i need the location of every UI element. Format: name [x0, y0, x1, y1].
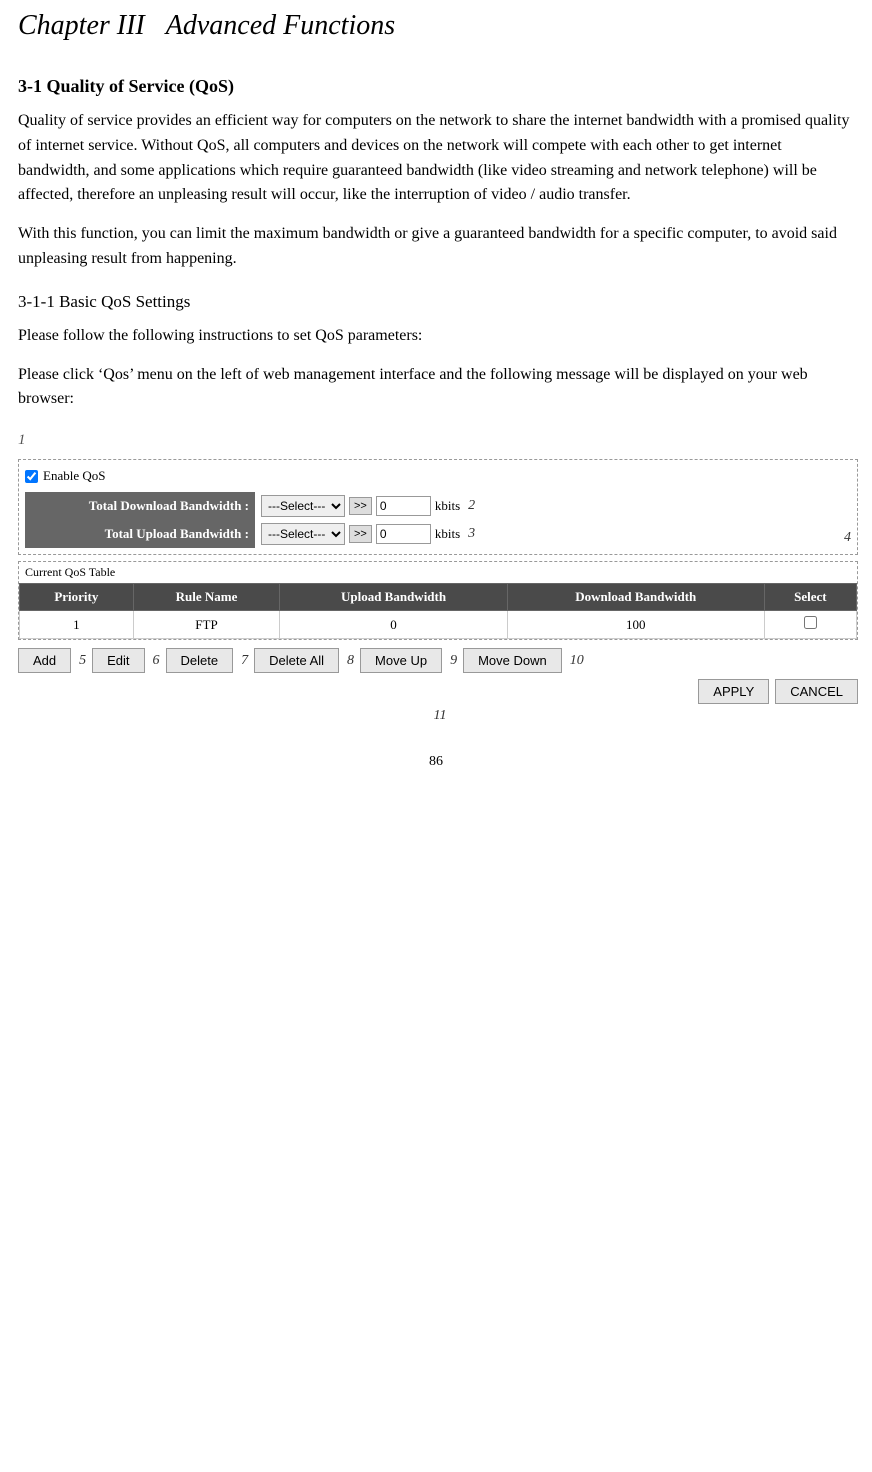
callout-8: 8 — [347, 653, 354, 669]
col-priority: Priority — [20, 584, 134, 611]
callout-6: 6 — [153, 653, 160, 669]
download-select[interactable]: ---Select--- — [261, 495, 345, 517]
add-button[interactable]: Add — [18, 648, 71, 673]
enable-qos-label: Enable QoS — [43, 468, 105, 484]
callout-4: 4 — [844, 530, 851, 546]
current-qos-title: Current QoS Table — [19, 562, 857, 583]
sub-heading-basic-qos: 3-1-1 Basic QoS Settings — [18, 292, 854, 312]
cell-select[interactable] — [764, 611, 856, 639]
paragraph-instructions: Please follow the following instructions… — [18, 324, 854, 349]
page-title: Chapter III Advanced Functions — [18, 10, 854, 46]
download-arrow-btn[interactable]: >> — [349, 497, 372, 515]
edit-button[interactable]: Edit — [92, 648, 144, 673]
col-upload-bw: Upload Bandwidth — [280, 584, 507, 611]
move-up-button[interactable]: Move Up — [360, 648, 442, 673]
qos-table: Priority Rule Name Upload Bandwidth Down… — [19, 583, 857, 639]
apply-button[interactable]: APPLY — [698, 679, 769, 704]
cancel-button[interactable]: CANCEL — [775, 679, 858, 704]
upload-label: Total Upload Bandwidth : — [25, 520, 255, 548]
delete-button[interactable]: Delete — [166, 648, 234, 673]
upload-value-input[interactable] — [376, 524, 431, 544]
row-select-checkbox[interactable] — [804, 616, 817, 629]
callout-1: 1 — [18, 432, 26, 449]
action-buttons-row: Add 5 Edit 6 Delete 7 Delete All 8 Move … — [18, 648, 858, 724]
upload-row: Total Upload Bandwidth : ---Select--- >>… — [25, 520, 844, 548]
upload-controls: ---Select--- >> kbits 3 — [255, 520, 844, 548]
delete-all-button[interactable]: Delete All — [254, 648, 339, 673]
col-select: Select — [764, 584, 856, 611]
callout-9: 9 — [450, 653, 457, 669]
paragraph-qos-desc2: With this function, you can limit the ma… — [18, 222, 854, 272]
callout-3: 3 — [468, 526, 475, 542]
qos-settings-box: Enable QoS Total Download Bandwidth : --… — [18, 459, 858, 555]
page-number: 86 — [18, 754, 854, 770]
col-download-bw: Download Bandwidth — [507, 584, 764, 611]
current-qos-section: Current QoS Table Priority Rule Name Upl… — [18, 561, 858, 640]
download-row: Total Download Bandwidth : ---Select--- … — [25, 492, 844, 520]
move-down-button[interactable]: Move Down — [463, 648, 562, 673]
cell-download-bw: 100 — [507, 611, 764, 639]
download-kbits: kbits — [435, 498, 460, 514]
paragraph-click-qos: Please click ‘Qos’ menu on the left of w… — [18, 363, 854, 413]
upload-kbits: kbits — [435, 526, 460, 542]
cell-upload-bw: 0 — [280, 611, 507, 639]
cell-rule-name: FTP — [133, 611, 280, 639]
download-label: Total Download Bandwidth : — [25, 492, 255, 520]
callout-2: 2 — [468, 498, 475, 514]
download-controls: ---Select--- >> kbits 2 — [255, 492, 844, 520]
section-heading-qos: 3-1 Quality of Service (QoS) — [18, 76, 854, 97]
callout-11: 11 — [434, 708, 447, 724]
table-row: 1 FTP 0 100 — [20, 611, 857, 639]
upload-select[interactable]: ---Select--- — [261, 523, 345, 545]
qos-diagram: 1 Enable QoS Total Download Bandwidth : … — [18, 432, 854, 724]
enable-qos-checkbox[interactable] — [25, 470, 38, 483]
callout-7: 7 — [241, 653, 248, 669]
enable-qos-row: Enable QoS — [25, 468, 851, 484]
download-bandwidth-row: Total Download Bandwidth : ---Select--- … — [25, 492, 851, 548]
cell-priority: 1 — [20, 611, 134, 639]
paragraph-qos-desc1: Quality of service provides an efficient… — [18, 109, 854, 208]
download-value-input[interactable] — [376, 496, 431, 516]
upload-arrow-btn[interactable]: >> — [349, 525, 372, 543]
col-rule-name: Rule Name — [133, 584, 280, 611]
apply-cancel-row: APPLY CANCEL — [18, 679, 858, 704]
callout-5: 5 — [79, 653, 86, 669]
callout-10: 10 — [570, 653, 584, 669]
qos-table-header-row: Priority Rule Name Upload Bandwidth Down… — [20, 584, 857, 611]
bandwidth-table: Total Download Bandwidth : ---Select--- … — [25, 492, 844, 548]
